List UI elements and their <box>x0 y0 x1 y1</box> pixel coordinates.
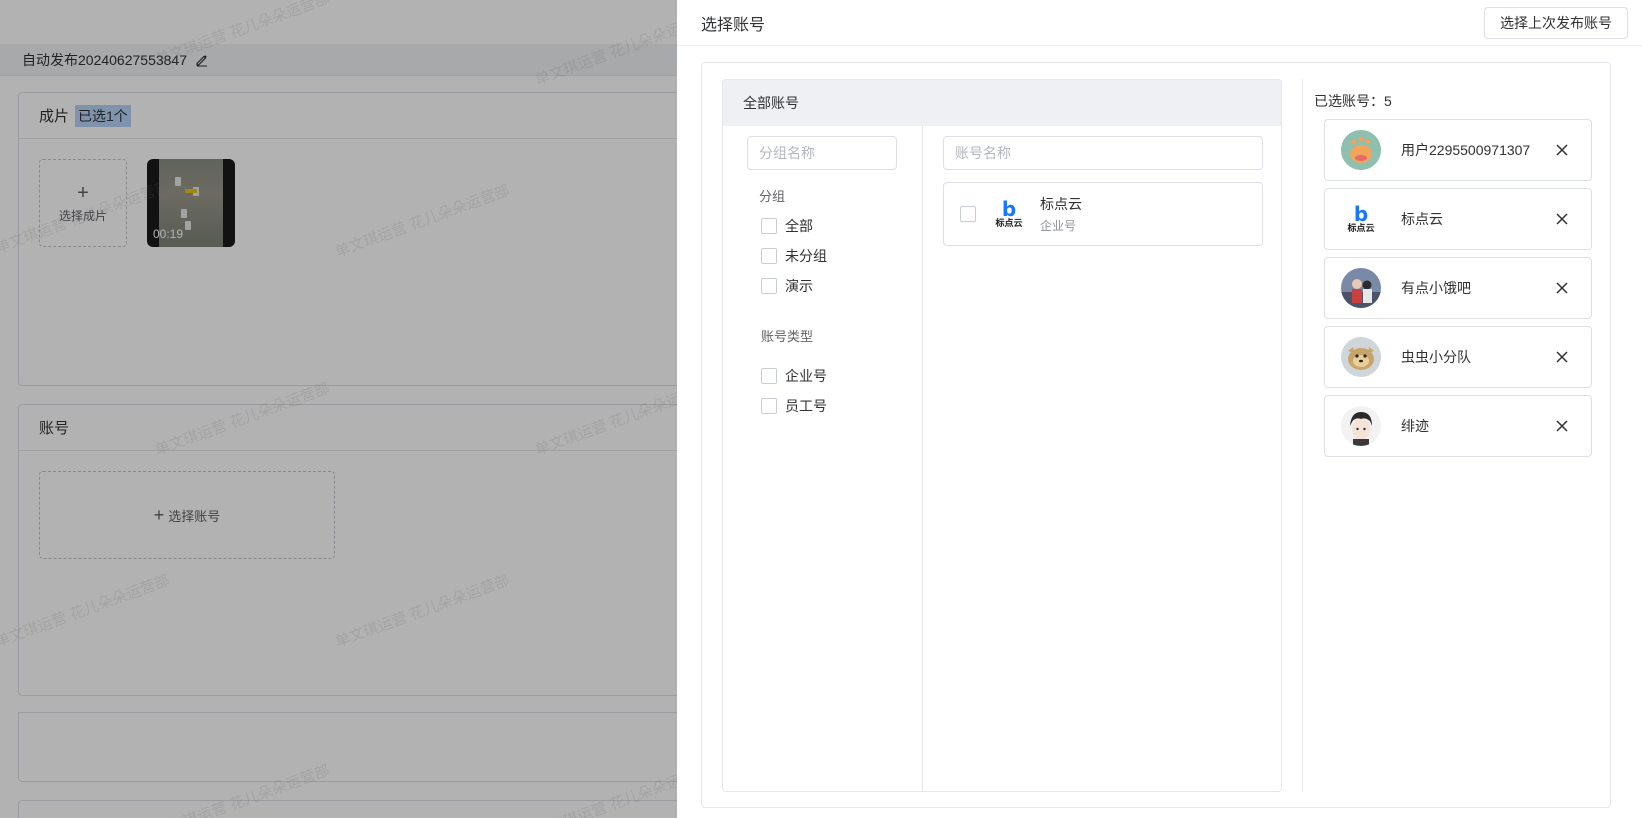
close-icon <box>1556 351 1568 363</box>
group-option-demo[interactable]: 演示 <box>761 276 813 296</box>
group-filter-column: 分组 全部 未分组 演示 账号类型 企业号 <box>723 126 923 791</box>
close-icon <box>1556 213 1568 225</box>
remove-account-button[interactable] <box>1545 133 1579 167</box>
close-icon <box>1556 282 1568 294</box>
select-account-drawer: 选择账号 选择上次发布账号 全部账号 分组 全部 未分组 演示 <box>677 0 1642 818</box>
checkbox[interactable] <box>761 368 777 384</box>
type-option-enterprise[interactable]: 企业号 <box>761 366 827 386</box>
remove-account-button[interactable] <box>1545 202 1579 236</box>
all-accounts-header: 全部账号 <box>723 80 1281 126</box>
type-option-employee[interactable]: 员工号 <box>761 396 827 416</box>
select-last-published-button[interactable]: 选择上次发布账号 <box>1484 6 1628 39</box>
remove-account-button[interactable] <box>1545 271 1579 305</box>
cartoon-avatar <box>1341 130 1381 170</box>
selected-account-name: 绯迹 <box>1401 418 1429 434</box>
selected-accounts-panel: 已选账号：5 用户2295500971307 b 标点云 标点云 有点小饿吧 虫… <box>1314 79 1594 792</box>
selected-account-name: 标点云 <box>1401 211 1443 227</box>
selected-account-item: 有点小饿吧 <box>1324 257 1592 319</box>
photo-avatar <box>1341 268 1381 308</box>
selected-account-name: 虫虫小分队 <box>1401 349 1471 365</box>
biaodianyun-logo-icon: b 标点云 <box>995 197 1023 228</box>
pet-avatar <box>1341 337 1381 377</box>
selected-count: 已选账号：5 <box>1314 91 1392 111</box>
account-info: 标点云 企业号 <box>1040 194 1082 234</box>
selected-account-item: 虫虫小分队 <box>1324 326 1592 388</box>
group-search-input[interactable] <box>747 136 897 170</box>
group-section-label: 分组 <box>759 189 786 204</box>
close-icon <box>1556 144 1568 156</box>
checkbox[interactable] <box>761 398 777 414</box>
account-search-input[interactable] <box>943 136 1263 170</box>
type-section-label: 账号类型 <box>761 329 814 344</box>
account-name: 标点云 <box>1040 196 1082 212</box>
checkbox[interactable] <box>761 278 777 294</box>
selected-account-item: 用户2295500971307 <box>1324 119 1592 181</box>
remove-account-button[interactable] <box>1545 340 1579 374</box>
account-type: 企业号 <box>1040 219 1077 233</box>
account-card[interactable]: b 标点云 标点云 企业号 <box>943 182 1263 246</box>
group-option-label: 演示 <box>785 278 813 294</box>
selected-account-name: 有点小饿吧 <box>1401 280 1471 296</box>
remove-account-button[interactable] <box>1545 409 1579 443</box>
type-option-label: 员工号 <box>785 398 827 414</box>
close-icon <box>1556 420 1568 432</box>
group-option-label: 未分组 <box>785 248 827 264</box>
anime-avatar <box>1341 406 1381 446</box>
group-option-label: 全部 <box>785 218 813 234</box>
checkbox[interactable] <box>761 218 777 234</box>
drawer-header: 选择账号 选择上次发布账号 <box>677 0 1642 46</box>
all-accounts-panel: 全部账号 分组 全部 未分组 演示 账号类型 <box>722 79 1282 792</box>
account-list-column: b 标点云 标点云 企业号 <box>923 126 1281 791</box>
checkbox[interactable] <box>960 206 976 222</box>
drawer-body: 全部账号 分组 全部 未分组 演示 账号类型 <box>701 62 1611 808</box>
selected-account-name: 用户2295500971307 <box>1401 142 1531 158</box>
checkbox[interactable] <box>761 248 777 264</box>
selected-account-item: 绯迹 <box>1324 395 1592 457</box>
type-option-label: 企业号 <box>785 368 827 384</box>
drawer-title: 选择账号 <box>701 16 766 34</box>
group-option-all[interactable]: 全部 <box>761 216 813 236</box>
biaodianyun-logo-icon: b 标点云 <box>1341 199 1381 239</box>
selected-count-label: 已选账号： <box>1314 93 1384 109</box>
selected-count-value: 5 <box>1384 93 1392 109</box>
panel-divider <box>1302 79 1303 792</box>
selected-account-item: b 标点云 标点云 <box>1324 188 1592 250</box>
group-option-ungrouped[interactable]: 未分组 <box>761 246 827 266</box>
